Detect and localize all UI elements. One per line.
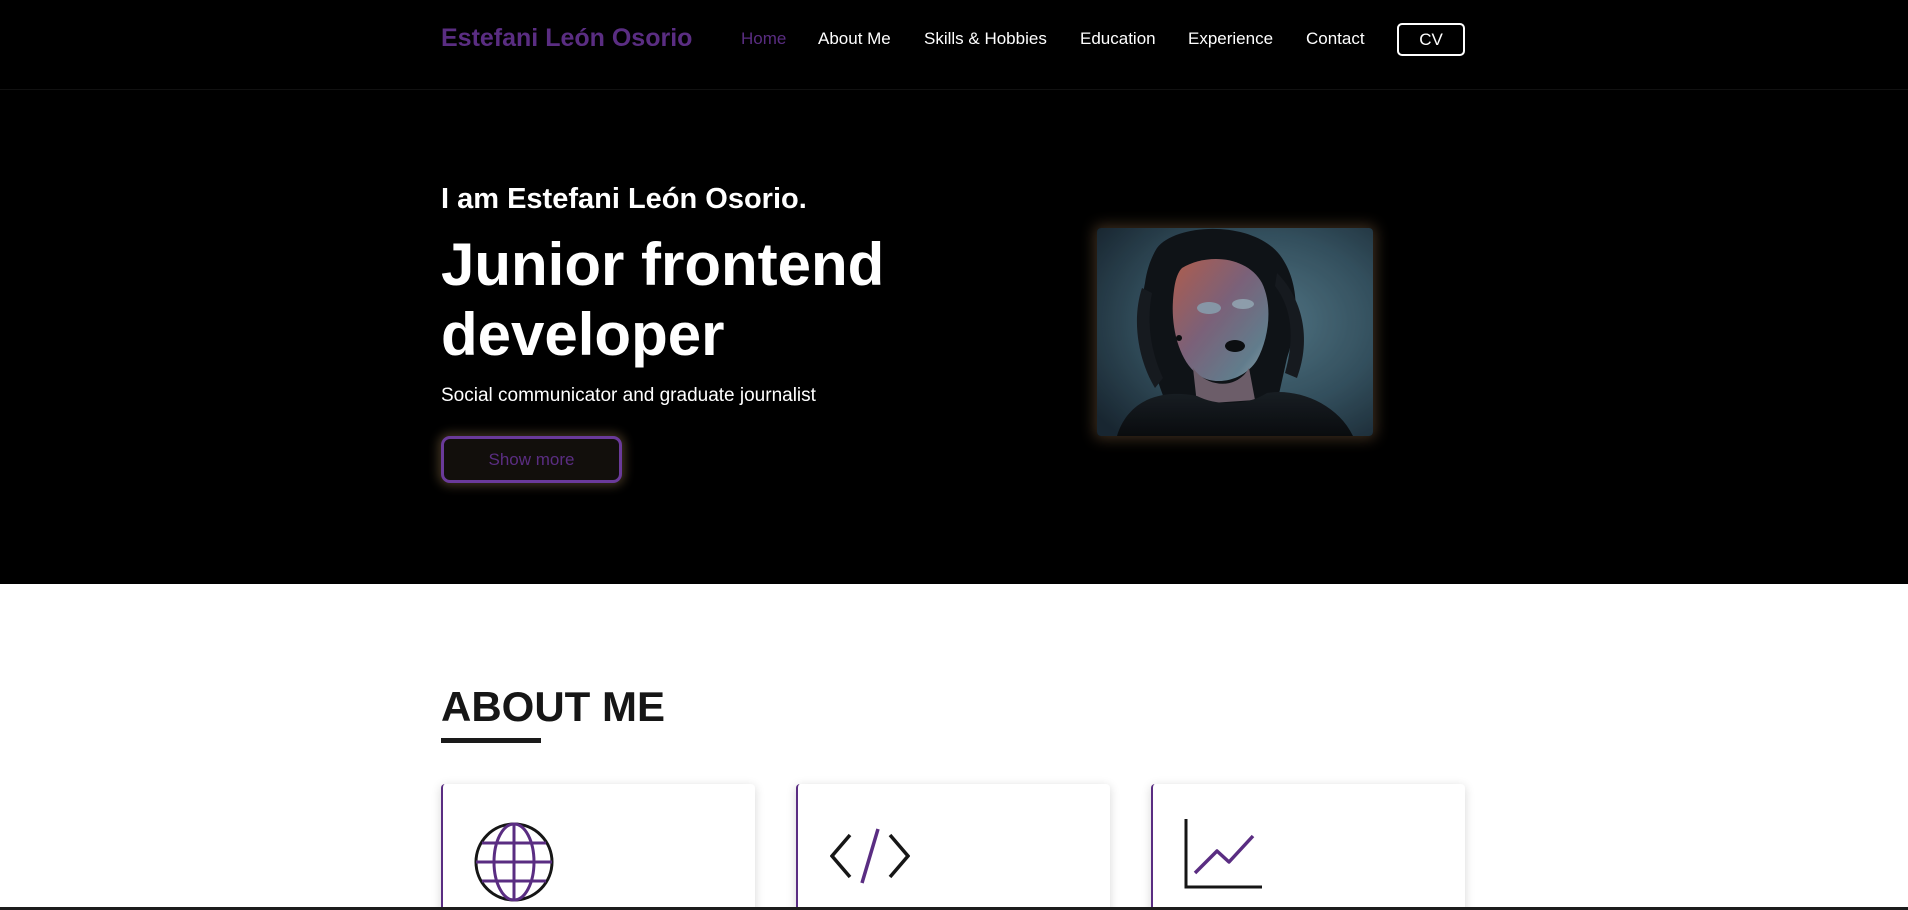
about-card-chart	[1151, 784, 1465, 910]
cv-button[interactable]: CV	[1397, 23, 1465, 56]
brand-logo[interactable]: Estefani León Osorio	[441, 24, 692, 53]
nav-link-experience[interactable]: Experience	[1188, 29, 1273, 49]
line-chart-icon	[1183, 818, 1263, 895]
hero-title: Junior frontend developer	[441, 231, 885, 368]
hero-intro: I am Estefani León Osorio.	[441, 183, 807, 215]
show-more-button[interactable]: Show more	[441, 436, 622, 483]
nav-link-contact[interactable]: Contact	[1306, 29, 1365, 49]
portfolio-page: Estefani León Osorio Home About Me Skill…	[0, 0, 1908, 910]
hero-subtitle: Social communicator and graduate journal…	[441, 385, 816, 406]
about-me-heading: ABOUT ME	[441, 683, 665, 730]
about-card-code	[796, 784, 1110, 910]
navbar: Estefani León Osorio Home About Me Skill…	[0, 0, 1908, 90]
about-card-globe	[441, 784, 755, 910]
heading-underline	[441, 738, 541, 743]
nav-link-about-me[interactable]: About Me	[818, 29, 891, 49]
nav-link-education[interactable]: Education	[1080, 29, 1156, 49]
hero-section: I am Estefani León Osorio. Junior fronte…	[0, 90, 1908, 584]
nav-link-skills-hobbies[interactable]: Skills & Hobbies	[924, 29, 1047, 49]
nav-link-home[interactable]: Home	[741, 29, 786, 49]
code-icon	[829, 826, 911, 891]
globe-icon	[473, 821, 555, 908]
profile-photo	[1097, 228, 1373, 436]
